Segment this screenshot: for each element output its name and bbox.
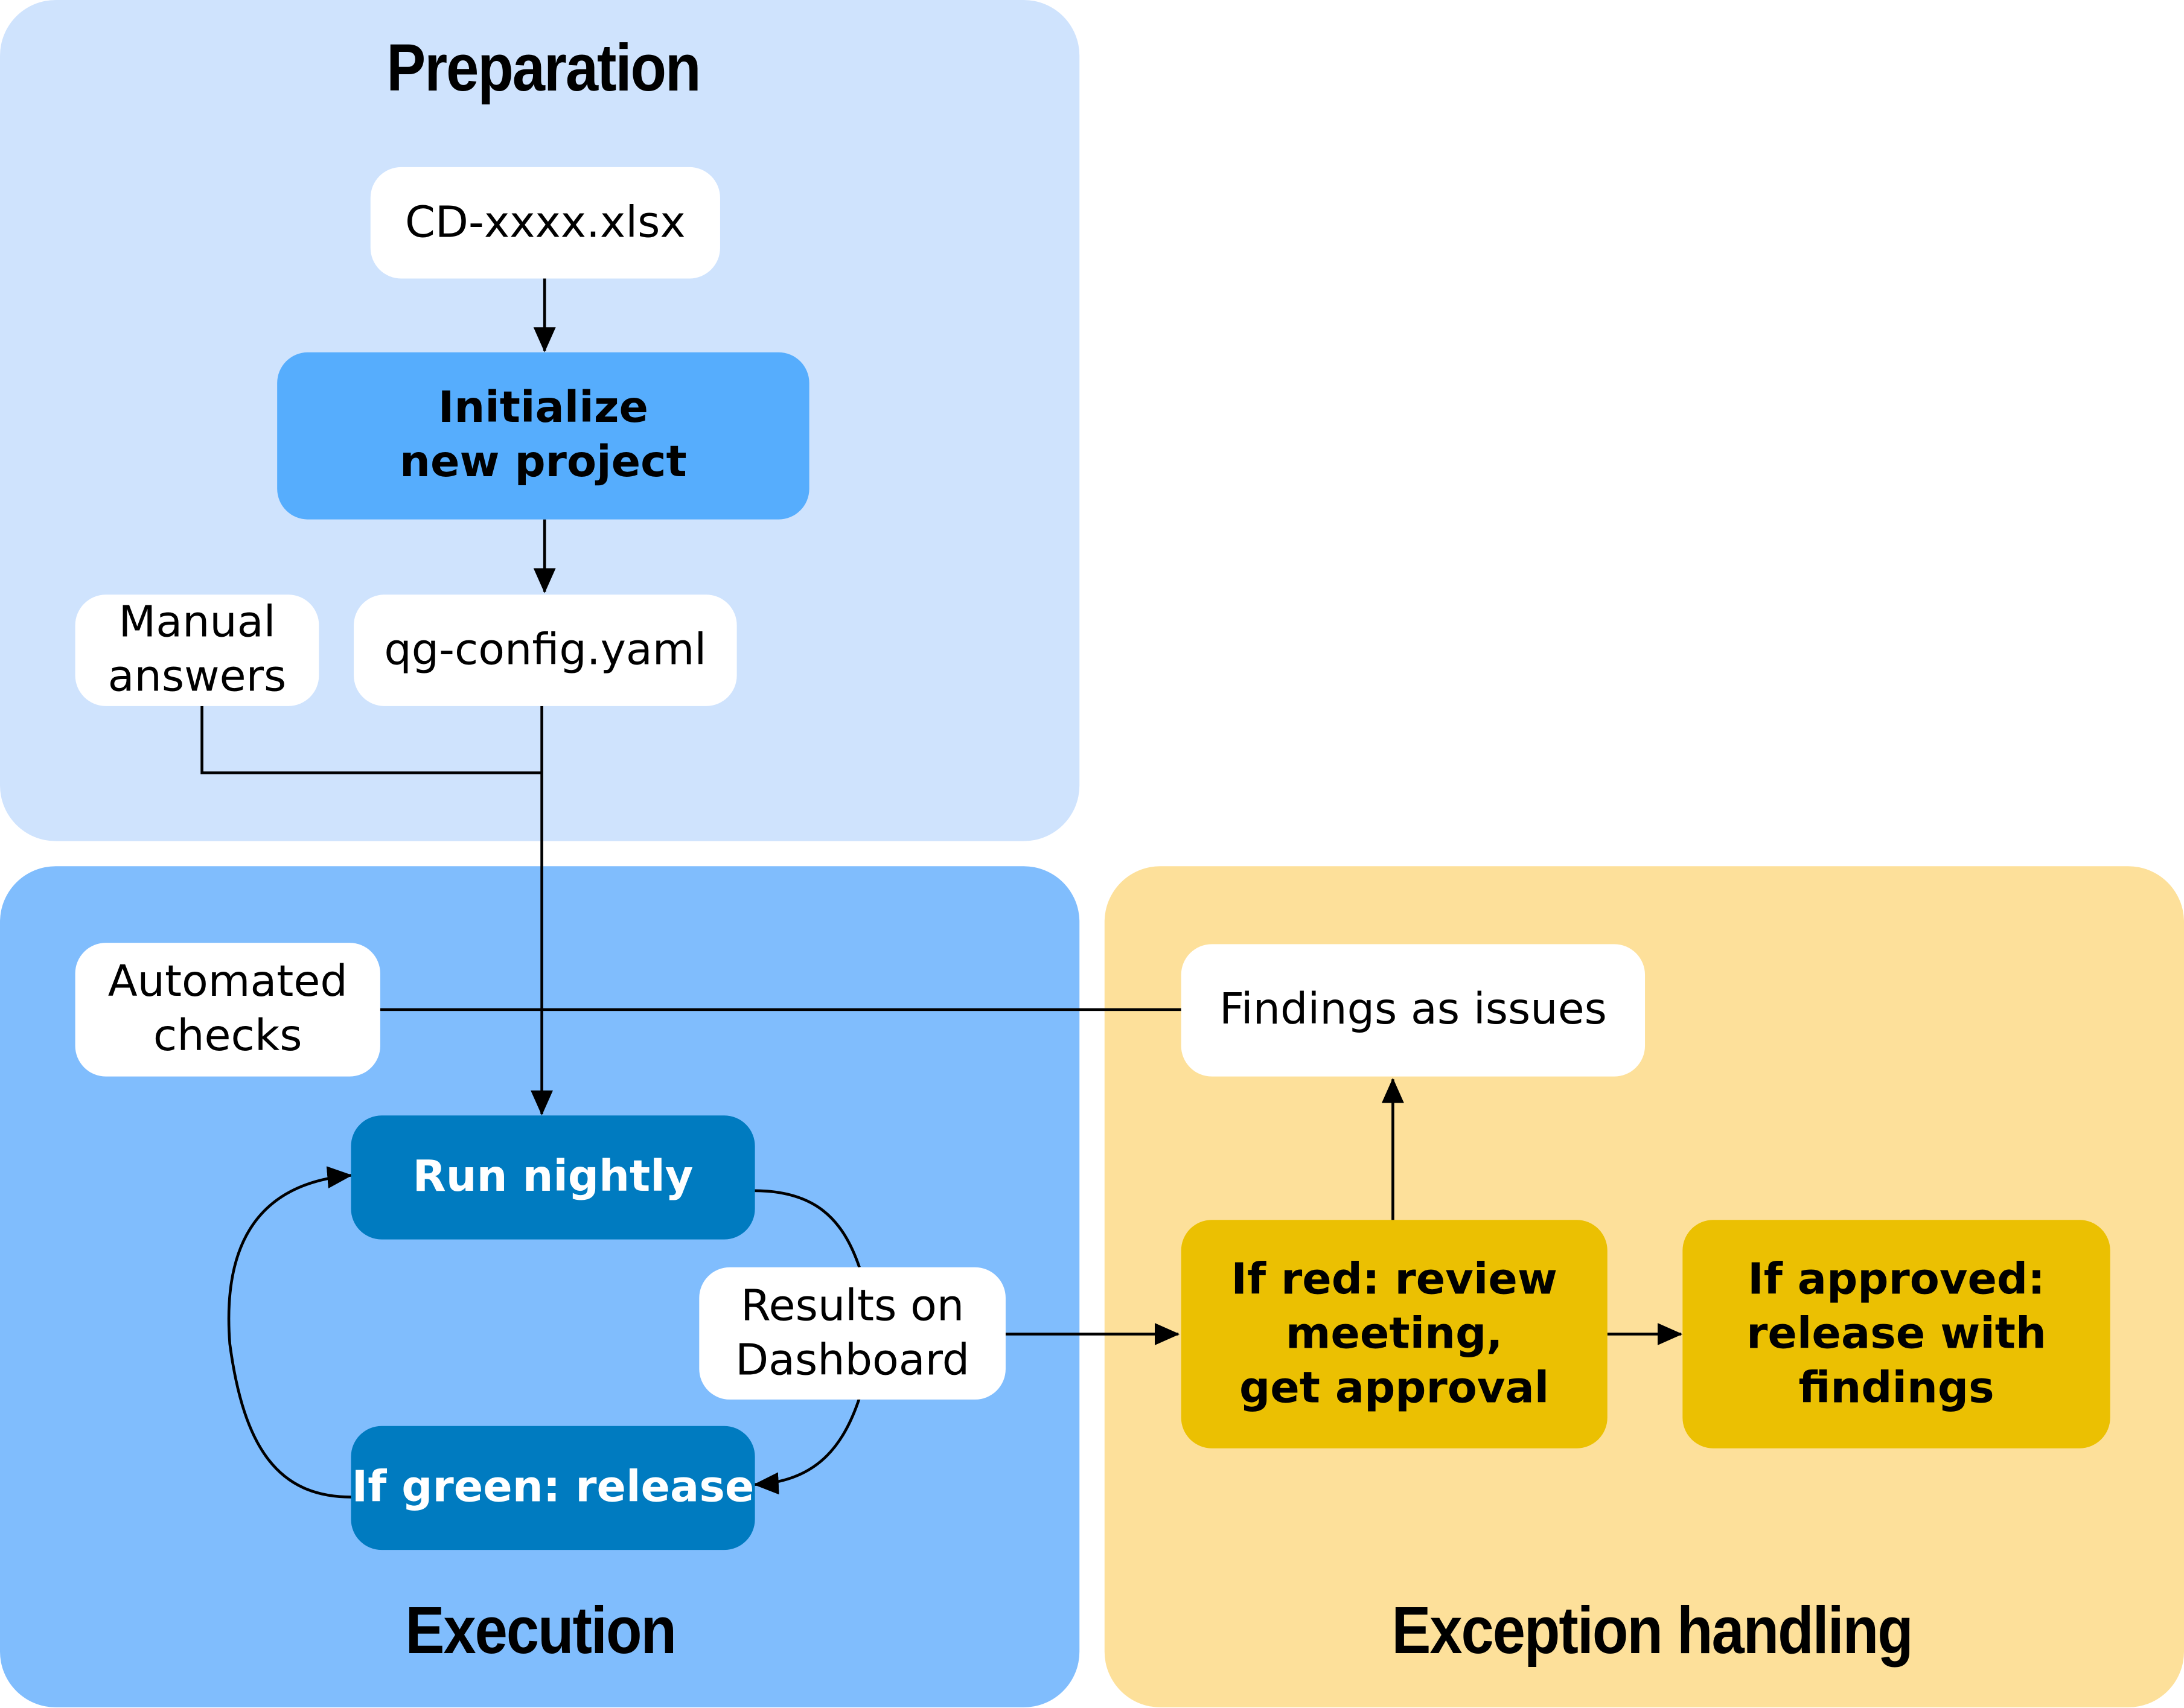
node-if-red-review: If red: review meeting, get approval xyxy=(1181,1220,1608,1448)
node-if-approved-release: If approved: release with findings xyxy=(1682,1220,2110,1448)
node-cd-xlsx: CD-xxxx.xlsx xyxy=(370,167,720,279)
node-qg-config: qg-config.yaml xyxy=(354,594,737,706)
node-manual-answers: Manual answers xyxy=(75,594,319,706)
node-automated-checks: Automated checks xyxy=(75,943,380,1077)
node-if-green-release: If green: release xyxy=(351,1426,755,1550)
arrow-run-to-results xyxy=(753,1189,861,1268)
arrow-green-loop-to-run xyxy=(227,1166,353,1499)
node-initialize-project: Initialize new project xyxy=(277,352,809,520)
node-results-dashboard: Results on Dashboard xyxy=(699,1267,1006,1400)
arrow-results-to-green xyxy=(753,1397,861,1495)
workflow-diagram: Preparation Execution Exception handling xyxy=(0,0,2184,1707)
node-findings-as-issues: Findings as issues xyxy=(1181,944,1646,1077)
node-run-nightly: Run nightly xyxy=(351,1115,755,1240)
connector-lines xyxy=(200,278,1683,1499)
line-manual-answers-merge xyxy=(200,706,542,774)
